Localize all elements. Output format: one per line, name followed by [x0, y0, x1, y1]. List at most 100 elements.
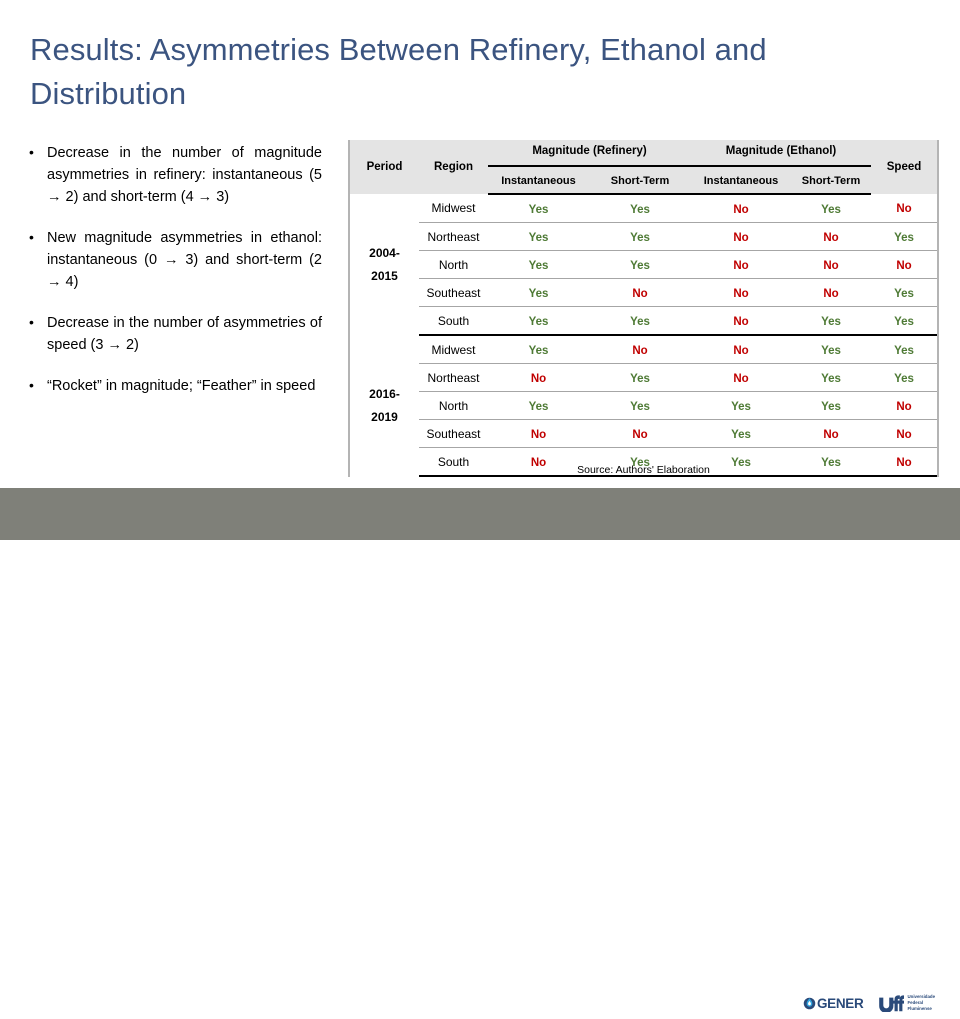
cell-period: 2004- 2015	[350, 194, 419, 335]
cell-refinery-instantaneous: Yes	[488, 391, 589, 420]
uff-word-line3: Fluminense	[907, 1005, 932, 1011]
bullet-text: “Rocket” in magnitude; “Feather” in spee…	[47, 378, 316, 395]
bullet-marker-icon: •	[29, 229, 34, 246]
bullet-text: Decrease in the number of magnitude asym…	[47, 145, 322, 206]
cell-region: South	[419, 306, 488, 336]
table-row: 2004- 2015 Midwest Yes Yes No Yes No	[350, 194, 938, 283]
cell-value: No	[896, 428, 912, 441]
header-refinery-instantaneous: Instantaneous	[488, 166, 589, 195]
cell-region: North	[419, 391, 488, 420]
cell-ethanol-shortterm: No	[791, 250, 872, 279]
cell-ethanol-shortterm: No	[791, 222, 872, 251]
cell-refinery-shortterm: Yes	[589, 391, 691, 420]
bullet-marker-icon: •	[29, 314, 34, 331]
cell-value: No	[733, 231, 749, 244]
cell-region: Midwest	[419, 335, 488, 364]
footer-bar: GENER Universidade Federal Fluminense	[0, 488, 960, 1019]
cell-value: Yes	[731, 400, 751, 413]
cell-value: No	[823, 287, 839, 300]
cell-refinery-instantaneous: Yes	[488, 306, 589, 336]
cell-region: North	[419, 250, 488, 279]
cell-ethanol-shortterm: Yes	[791, 194, 872, 223]
table-row: Southeast Yes No No No Yes	[350, 278, 938, 307]
uff-logo-wordmark: Universidade Federal Fluminense	[907, 994, 935, 1011]
header-group-magnitude-refinery: Magnitude (Refinery)	[488, 140, 691, 167]
bullet-item: • “Rocket” in magnitude; “Feather” in spe…	[22, 375, 322, 397]
cell-value: Yes	[821, 203, 841, 216]
cell-value: No	[733, 203, 749, 216]
cell-value: Yes	[894, 344, 914, 357]
cell-value: Yes	[894, 315, 914, 328]
cell-value: No	[632, 287, 648, 300]
bullet-item: • Decrease in the number of magnitude asy…	[22, 142, 322, 208]
period-line-2: 2015	[371, 268, 398, 283]
cell-value: Yes	[630, 259, 650, 272]
bullet-item: • Decrease in the number of asymmetries o…	[22, 312, 322, 356]
cell-region: Northeast	[419, 222, 488, 251]
cell-value: Yes	[528, 315, 549, 328]
cell-value: No	[530, 428, 547, 441]
cell-ethanol-shortterm: Yes	[791, 306, 872, 336]
cell-value: No	[733, 287, 749, 300]
cell-ethanol-instantaneous: No	[691, 222, 791, 251]
cell-value: Yes	[894, 287, 914, 300]
cell-value: Yes	[821, 372, 841, 385]
bullet-text: New magnitude asymmetries in ethanol: in…	[47, 230, 322, 291]
cell-ethanol-shortterm: No	[791, 278, 872, 307]
cell-refinery-instantaneous: Yes	[488, 222, 589, 251]
uff-logo: Universidade Federal Fluminense	[878, 994, 935, 1012]
table-row: Northeast No Yes No Yes Yes	[350, 363, 938, 392]
cell-refinery-shortterm: No	[589, 278, 691, 307]
cell-value: No	[733, 344, 749, 357]
cell-value: Yes	[630, 231, 650, 244]
cell-value: Yes	[630, 400, 650, 413]
cell-speed: No	[871, 391, 938, 420]
results-table: Period Region Magnitude (Refinery) Magni…	[350, 140, 938, 477]
cell-refinery-shortterm: Yes	[589, 363, 691, 392]
cell-value: Yes	[894, 372, 914, 385]
cell-speed: No	[871, 250, 938, 279]
cell-refinery-shortterm: Yes	[589, 222, 691, 251]
cell-value: Yes	[630, 372, 650, 385]
cell-region: Northeast	[419, 363, 488, 392]
uff-mark-icon	[879, 995, 905, 1012]
cell-value: No	[632, 428, 648, 441]
cell-speed: No	[871, 194, 938, 223]
cell-refinery-instantaneous: Yes	[488, 335, 589, 364]
table-row: North Yes Yes Yes Yes No	[350, 391, 938, 420]
header-ethanol-shortterm: Short-Term	[791, 166, 872, 195]
cell-refinery-shortterm: No	[589, 335, 691, 364]
cell-value: No	[733, 372, 749, 385]
cell-ethanol-instantaneous: No	[691, 306, 791, 336]
cell-value: No	[733, 259, 749, 272]
bullet-list: • Decrease in the number of magnitude asy…	[22, 142, 322, 397]
cell-speed: Yes	[871, 363, 938, 392]
table-row: Southeast No No Yes No No	[350, 419, 938, 448]
cell-value: Yes	[528, 259, 549, 272]
cell-region: Southeast	[419, 278, 488, 307]
table-row: Northeast Yes Yes No No Yes	[350, 222, 938, 251]
cell-value: No	[896, 203, 912, 215]
cell-period: 2016- 2019	[350, 335, 419, 476]
cell-value: Yes	[821, 400, 841, 413]
cell-ethanol-shortterm: Yes	[791, 335, 872, 364]
bullet-marker-icon: •	[29, 377, 34, 394]
cell-speed: Yes	[871, 278, 938, 307]
cell-ethanol-instantaneous: No	[691, 194, 791, 223]
source-note: Source: Authors' Elaboration	[577, 464, 710, 476]
table-row: South Yes Yes No Yes Yes	[350, 306, 938, 336]
cell-value: Yes	[528, 287, 549, 300]
table-row: North Yes Yes No No No	[350, 250, 938, 279]
gener-logo-text: GENER	[816, 995, 864, 1011]
cell-value: No	[632, 344, 648, 357]
cell-value: No	[823, 428, 839, 441]
cell-refinery-instantaneous: Yes	[488, 250, 589, 279]
cell-region: Midwest	[419, 194, 488, 223]
cell-value: No	[733, 315, 749, 328]
cell-value: No	[896, 259, 912, 272]
cell-region: Southeast	[419, 419, 488, 448]
cell-value: Yes	[821, 344, 841, 357]
cell-refinery-shortterm: Yes	[589, 306, 691, 336]
header-speed: Speed	[871, 140, 938, 194]
header-period: Period	[350, 140, 419, 194]
